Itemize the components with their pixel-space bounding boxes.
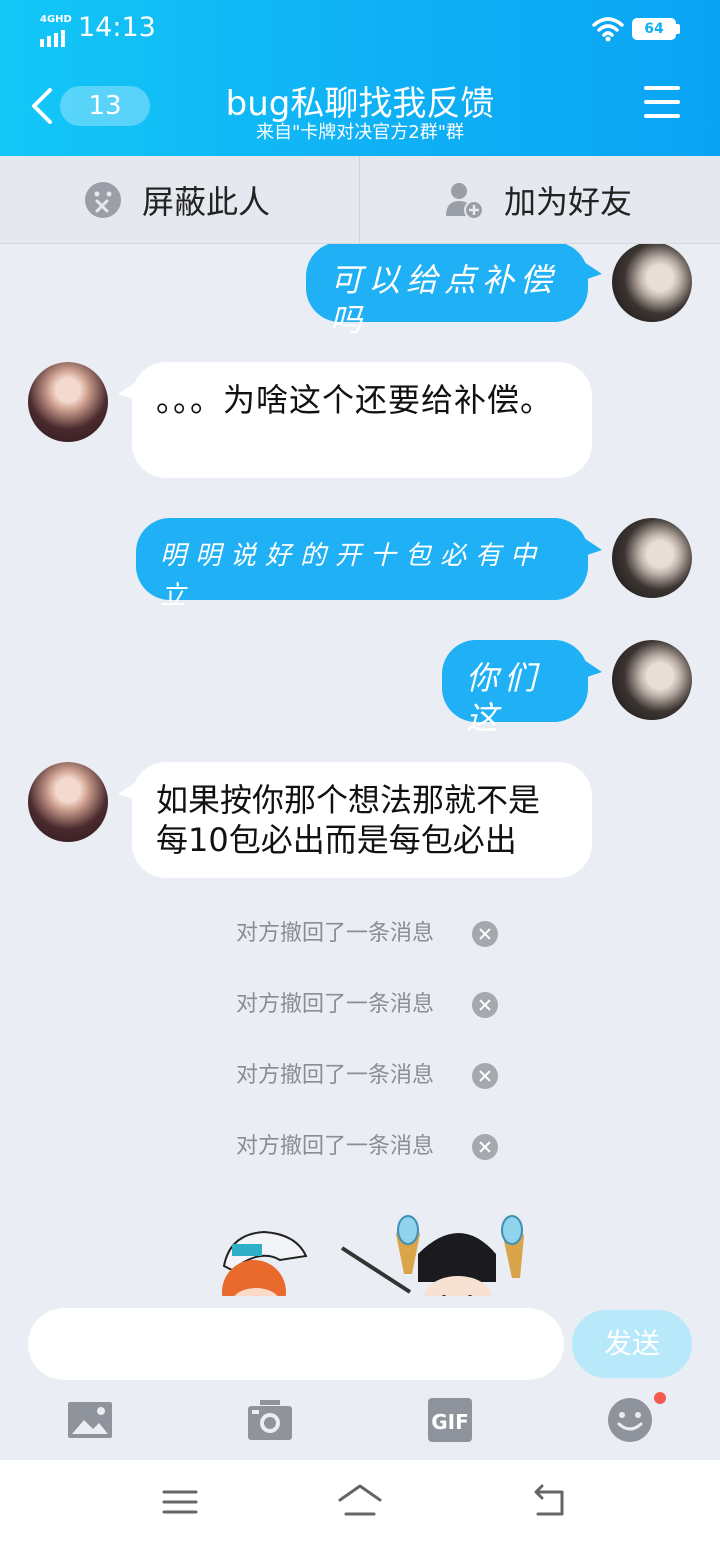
battery-level: 64	[632, 18, 676, 40]
message-bubble-incoming[interactable]: 。。。为啥这个还要给补偿。	[118, 362, 592, 478]
action-divider	[359, 156, 360, 244]
dismiss-icon[interactable]	[472, 1134, 498, 1160]
recall-text: 对方撤回了一条消息	[236, 921, 435, 946]
message-bubble-outgoing[interactable]: 可以给点补偿吗	[306, 244, 602, 339]
add-friend-button[interactable]: 加为好友	[444, 156, 632, 244]
home-nav-icon[interactable]	[336, 1480, 384, 1524]
status-time: 14:13	[78, 12, 156, 43]
message-text: 。。。为啥这个还要给补偿。	[156, 381, 554, 419]
recall-notice: 对方撤回了一条消息	[236, 916, 506, 952]
message-text: 你们这	[466, 659, 543, 737]
camera-icon[interactable]	[246, 1396, 294, 1444]
block-icon	[85, 182, 121, 218]
message-bubble-outgoing[interactable]: 你们这	[442, 640, 602, 737]
recall-notice: 对方撤回了一条消息	[236, 1129, 506, 1165]
message-bubble-incoming[interactable]: 如果按你那个想法那就不是每10包必出而是每包必出	[118, 762, 592, 878]
wifi-icon	[592, 17, 624, 42]
cartoon-sticker-icon	[222, 1230, 308, 1306]
action-bar: 屏蔽此人 加为好友	[0, 156, 720, 244]
network-type: 4GHD	[40, 14, 72, 25]
message-text: 明明说好的开十包必有中立	[160, 541, 546, 611]
input-area: 发送 GIF	[0, 1296, 720, 1460]
message-list[interactable]: 可以给点补偿吗 。。。为啥这个还要给补偿。 明明说好的开十包必有中立 你们这 如…	[0, 244, 720, 1306]
chevron-left-icon	[32, 88, 52, 124]
add-friend-icon	[446, 183, 484, 220]
dismiss-icon[interactable]	[472, 921, 498, 947]
status-bar: 4GHD 14:13 64	[0, 0, 720, 58]
dismiss-icon[interactable]	[472, 992, 498, 1018]
gif-button[interactable]: GIF	[428, 1398, 472, 1442]
block-user-label: 屏蔽此人	[142, 183, 271, 221]
my-avatar[interactable]	[612, 518, 692, 598]
image-icon[interactable]	[66, 1396, 114, 1444]
notification-dot	[654, 1392, 666, 1404]
menu-nav-icon[interactable]	[156, 1480, 204, 1524]
menu-button[interactable]	[644, 86, 684, 120]
send-button[interactable]: 发送	[572, 1310, 692, 1378]
message-bubble-outgoing[interactable]: 明明说好的开十包必有中立	[136, 518, 602, 611]
battery-icon: 64	[632, 18, 680, 40]
contact-avatar[interactable]	[28, 762, 108, 842]
contact-avatar[interactable]	[28, 362, 108, 442]
my-avatar[interactable]	[612, 244, 692, 322]
chat-header: 4GHD 14:13 64 13 bug私聊找我反馈 来自"卡牌对决官方2群"群	[0, 0, 720, 156]
back-button[interactable]: 13	[28, 82, 150, 130]
emoji-icon[interactable]	[606, 1396, 654, 1444]
my-avatar[interactable]	[612, 640, 692, 720]
back-nav-icon[interactable]	[526, 1480, 574, 1524]
block-user-button[interactable]: 屏蔽此人	[84, 156, 270, 244]
message-text: 如果按你那个想法那就不是每10包必出而是每包必出	[156, 781, 541, 859]
chat-subtitle: 来自"卡牌对决官方2群"群	[255, 122, 464, 143]
dismiss-icon[interactable]	[472, 1063, 498, 1089]
message-input[interactable]	[28, 1308, 564, 1380]
message-text: 可以给点补偿吗	[330, 261, 559, 339]
add-friend-label: 加为好友	[504, 183, 633, 221]
cartoon-sticker-icon	[340, 1215, 524, 1306]
recall-text: 对方撤回了一条消息	[236, 1063, 435, 1088]
recall-notice: 对方撤回了一条消息	[236, 987, 506, 1023]
recall-notice: 对方撤回了一条消息	[236, 1058, 506, 1094]
recall-text: 对方撤回了一条消息	[236, 992, 435, 1017]
signal-icon: 4GHD	[40, 14, 72, 47]
recall-text: 对方撤回了一条消息	[236, 1134, 435, 1159]
system-nav-bar	[0, 1460, 720, 1544]
